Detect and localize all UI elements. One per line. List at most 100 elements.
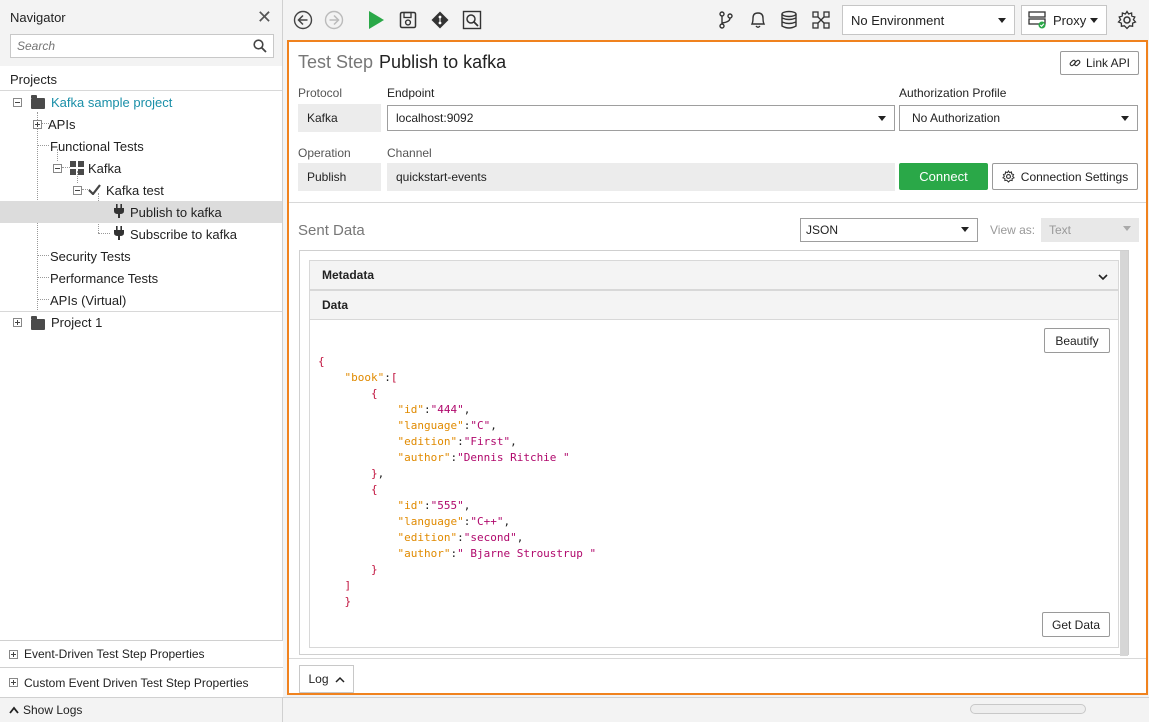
- tree-item-subscribe-to-kafka[interactable]: Subscribe to kafka: [0, 223, 282, 245]
- data-section-header[interactable]: Data: [309, 290, 1119, 320]
- metadata-section-header[interactable]: Metadata: [309, 260, 1119, 290]
- tree-item-label: Publish to kafka: [130, 204, 222, 220]
- save-icon: [399, 11, 417, 29]
- collapse-icon[interactable]: [73, 185, 82, 195]
- json-line: ]: [318, 579, 352, 592]
- run-button[interactable]: [365, 9, 387, 31]
- sent-data-container: Metadata Data Beautify { "book":[ { "id"…: [299, 250, 1129, 656]
- get-data-button[interactable]: Get Data: [1042, 612, 1110, 637]
- network-nodes-icon: [812, 11, 830, 29]
- gear-icon: [1001, 170, 1015, 183]
- data-sources-button[interactable]: [778, 9, 800, 31]
- json-line: "language":"C++",: [318, 515, 510, 528]
- chevron-down-icon: [998, 18, 1006, 23]
- back-button[interactable]: [292, 9, 314, 31]
- expand-icon[interactable]: [9, 678, 18, 687]
- custom-event-properties-panel[interactable]: Custom Event Driven Test Step Properties: [0, 667, 283, 697]
- preferences-button[interactable]: [1116, 9, 1138, 31]
- tree-item-performance-tests[interactable]: Performance Tests: [0, 267, 282, 289]
- tree-item-apis-virtual[interactable]: APIs (Virtual): [0, 289, 282, 311]
- log-label: Log: [308, 672, 329, 686]
- json-punct: {: [370, 483, 378, 496]
- json-content[interactable]: { "book":[ { "id":"444", "language":"C",…: [318, 354, 596, 610]
- connect-button[interactable]: Connect: [899, 163, 988, 190]
- search-input[interactable]: [11, 35, 241, 57]
- notifications-button[interactable]: [747, 9, 769, 31]
- chevron-up-icon: [9, 703, 19, 717]
- format-select[interactable]: JSON: [800, 218, 978, 242]
- collapse-icon[interactable]: [13, 97, 22, 107]
- show-logs-button[interactable]: Show Logs: [0, 698, 283, 722]
- chevron-down-icon: [1123, 226, 1131, 231]
- proxy-select[interactable]: Proxy: [1021, 5, 1107, 35]
- tree-item-project-1[interactable]: Project 1: [0, 311, 282, 333]
- search-inspect-icon: [462, 10, 482, 30]
- tree-item-publish-to-kafka[interactable]: Publish to kafka: [0, 201, 282, 223]
- horizontal-scrollbar[interactable]: [970, 704, 1086, 714]
- expand-icon[interactable]: [33, 119, 42, 129]
- link-icon: [1069, 59, 1081, 67]
- chevron-down-icon[interactable]: [1098, 270, 1108, 284]
- collapse-icon[interactable]: [53, 163, 62, 173]
- database-icon: [781, 10, 797, 29]
- json-key: "author": [397, 451, 451, 464]
- tree-item-label: Subscribe to kafka: [130, 226, 237, 242]
- json-punct: ,: [463, 499, 471, 512]
- tree-item-security-tests[interactable]: Security Tests: [0, 245, 282, 267]
- json-editor[interactable]: Beautify { "book":[ { "id":"444", "langu…: [309, 320, 1119, 648]
- json-key: "author": [397, 547, 451, 560]
- step-prefix: Test Step: [298, 52, 374, 72]
- tree-item-label: APIs (Virtual): [50, 292, 127, 308]
- network-button[interactable]: [810, 9, 832, 31]
- search-icon[interactable]: [253, 39, 267, 56]
- close-icon[interactable]: ✕: [257, 8, 272, 26]
- vertical-scrollbar[interactable]: [1120, 251, 1128, 656]
- connection-settings-button[interactable]: Connection Settings: [992, 163, 1138, 190]
- tree-item-functional-tests[interactable]: Functional Tests: [0, 135, 282, 157]
- tree-item-kafka-test[interactable]: Kafka test: [0, 179, 282, 201]
- json-value: "444": [430, 403, 464, 416]
- beautify-button[interactable]: Beautify: [1044, 328, 1110, 353]
- forward-button[interactable]: [323, 9, 345, 31]
- navigator-header: Navigator ✕: [0, 0, 282, 34]
- tree-item-kafka-sample-project[interactable]: Kafka sample project: [0, 91, 282, 113]
- json-punct: ,: [377, 467, 385, 480]
- json-punct: ,: [516, 531, 524, 544]
- branch-button[interactable]: [715, 9, 737, 31]
- json-line: {: [318, 483, 378, 496]
- test-step-editor: Test Step Publish to kafka Link API Proto…: [287, 40, 1148, 695]
- json-value: "First": [463, 435, 511, 448]
- json-line: "id":"555",: [318, 499, 470, 512]
- git-button[interactable]: [429, 9, 451, 31]
- tree-item-label: Kafka test: [106, 182, 164, 198]
- operation-label: Operation: [298, 146, 351, 160]
- chevron-down-icon: [878, 116, 886, 121]
- endpoint-value: localhost:9092: [396, 111, 474, 125]
- gear-icon: [1117, 10, 1137, 30]
- format-value: JSON: [806, 223, 839, 237]
- tree-item-kafka-suite[interactable]: Kafka: [0, 157, 282, 179]
- event-driven-properties-panel[interactable]: Event-Driven Test Step Properties: [0, 640, 283, 667]
- json-punct: :: [457, 531, 464, 544]
- environment-select[interactable]: No Environment: [842, 5, 1015, 35]
- json-value: "555": [430, 499, 464, 512]
- tree-item-apis[interactable]: APIs: [0, 113, 282, 135]
- connection-settings-label: Connection Settings: [1020, 169, 1129, 184]
- json-value: "second": [463, 531, 517, 544]
- git-diamond-icon: [431, 11, 449, 29]
- json-punct: ,: [490, 419, 497, 432]
- endpoint-select[interactable]: localhost:9092: [387, 105, 895, 131]
- json-value: "Dennis Ritchie ": [457, 451, 570, 464]
- save-button[interactable]: [397, 9, 419, 31]
- link-api-button[interactable]: Link API: [1060, 51, 1139, 75]
- expand-icon[interactable]: [13, 318, 22, 327]
- expand-icon[interactable]: [9, 649, 18, 659]
- json-line: "edition":"First",: [318, 435, 516, 448]
- environment-value: No Environment: [851, 12, 945, 28]
- authorization-profile-select[interactable]: No Authorization: [899, 105, 1138, 131]
- log-toggle-button[interactable]: Log: [299, 665, 354, 693]
- divider: [289, 658, 1146, 659]
- json-key: "id": [397, 499, 424, 512]
- channel-input[interactable]: quickstart-events: [387, 163, 895, 191]
- search-inspect-button[interactable]: [461, 9, 483, 31]
